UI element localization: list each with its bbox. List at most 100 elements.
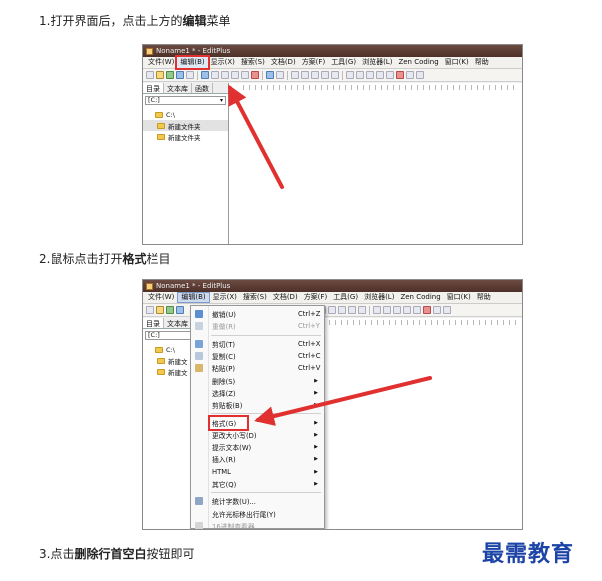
menu-file[interactable]: 文件(W) <box>145 292 177 303</box>
tree-item[interactable]: C:\ <box>143 109 228 120</box>
open-folder-icon[interactable] <box>156 306 164 314</box>
copy-icon[interactable] <box>231 71 239 79</box>
cut-icon[interactable] <box>221 71 229 79</box>
line-number-icon[interactable] <box>366 71 374 79</box>
menu-view[interactable]: 显示(X) <box>208 57 238 68</box>
open-folder-icon[interactable] <box>156 71 164 79</box>
tab-directory[interactable]: 目录 <box>143 318 164 328</box>
menu-item-other[interactable]: 其它(Q) ▶ <box>191 478 324 490</box>
find-icon[interactable] <box>291 71 299 79</box>
menu-browser[interactable]: 浏览器(L) <box>359 57 395 68</box>
new-file-icon[interactable] <box>146 71 154 79</box>
tab-functions[interactable]: 函数 <box>192 83 213 93</box>
redo-icon[interactable] <box>276 71 284 79</box>
menu-document[interactable]: 文档(D) <box>270 292 301 303</box>
tab-directory[interactable]: 目录 <box>143 83 164 93</box>
menu-item-cut[interactable]: 剪切(T) Ctrl+X <box>191 338 324 350</box>
font-icon[interactable] <box>373 306 381 314</box>
menu-help[interactable]: 帮助 <box>474 292 494 303</box>
menu-item-redo[interactable]: 重做(R) Ctrl+Y <box>191 320 324 332</box>
menu-item-hint-text[interactable]: 提示文本(W) ▶ <box>191 441 324 453</box>
menu-item-clipboard[interactable]: 剪贴板(B) ▶ <box>191 399 324 411</box>
window-tile-icon[interactable] <box>433 306 441 314</box>
window-tile-icon[interactable] <box>406 71 414 79</box>
replace-icon[interactable] <box>301 71 309 79</box>
submenu-arrow-icon: ▶ <box>314 431 318 438</box>
new-file-icon[interactable] <box>146 306 154 314</box>
menu-item-cursor-beyond-eol[interactable]: 允许光标移出行尾(Y) <box>191 507 324 519</box>
directory-tabs: 目录 文本库 函数 <box>143 83 228 94</box>
undo-icon[interactable] <box>266 71 274 79</box>
menu-project[interactable]: 方案(F) <box>301 292 331 303</box>
window-cascade-icon[interactable] <box>443 306 451 314</box>
menu-item-delete[interactable]: 删除(S) ▶ <box>191 374 324 386</box>
goto-icon[interactable] <box>348 306 356 314</box>
check-icon[interactable] <box>396 71 404 79</box>
ruler-icon[interactable] <box>403 306 411 314</box>
menu-window[interactable]: 窗口(K) <box>444 292 474 303</box>
menu-file[interactable]: 文件(W) <box>145 57 177 68</box>
save-icon[interactable] <box>166 306 174 314</box>
menu-zen-coding[interactable]: Zen Coding <box>395 57 441 68</box>
menu-item-copy[interactable]: 复制(C) Ctrl+C <box>191 350 324 362</box>
menu-edit[interactable]: 编辑(B) <box>175 55 210 70</box>
delete-icon[interactable] <box>251 71 259 79</box>
menu-item-undo[interactable]: 撤销(U) Ctrl+Z <box>191 308 324 320</box>
menu-browser[interactable]: 浏览器(L) <box>361 292 397 303</box>
word-wrap-icon[interactable] <box>383 306 391 314</box>
undo-icon[interactable] <box>176 306 184 314</box>
menu-item-word-count[interactable]: 统计字数(U)... <box>191 495 324 507</box>
menu-item-select[interactable]: 选择(Z) ▶ <box>191 387 324 399</box>
editor-area[interactable] <box>229 83 522 244</box>
menu-document[interactable]: 文档(D) <box>268 57 299 68</box>
find-in-files-icon[interactable] <box>311 71 319 79</box>
find-icon[interactable] <box>328 306 336 314</box>
column-select-icon[interactable] <box>413 306 421 314</box>
replace-icon[interactable] <box>338 306 346 314</box>
ruler <box>329 320 516 325</box>
editplus-app-icon <box>146 282 153 290</box>
folder-icon <box>157 122 165 129</box>
screenshot-1: Noname1 * - EditPlus 文件(W) 编辑(B) 显示(X) 搜… <box>142 44 523 245</box>
menu-project[interactable]: 方案(F) <box>299 57 329 68</box>
line-number-icon[interactable] <box>393 306 401 314</box>
spellcheck-icon[interactable] <box>201 71 209 79</box>
tree-item[interactable]: 新建文件夹 <box>143 131 228 142</box>
menu-edit[interactable]: 编辑(B) <box>177 292 210 303</box>
menu-help[interactable]: 帮助 <box>472 57 492 68</box>
menu-search[interactable]: 搜索(S) <box>240 292 270 303</box>
drive-select[interactable]: [C:] <box>145 96 226 105</box>
save-icon[interactable] <box>166 71 174 79</box>
menu-item-html[interactable]: HTML ▶ <box>191 466 324 478</box>
menu-tools[interactable]: 工具(G) <box>330 292 361 303</box>
match-brace-icon[interactable] <box>331 71 339 79</box>
menu-item-hex-viewer[interactable]: 16进制查看器 <box>191 520 324 529</box>
tab-cliptext[interactable]: 文本库 <box>164 83 192 93</box>
print-icon[interactable] <box>186 71 194 79</box>
column-select-icon[interactable] <box>386 71 394 79</box>
menu-item-paste[interactable]: 粘贴(P) Ctrl+V <box>191 362 324 374</box>
font-icon[interactable] <box>346 71 354 79</box>
tree-item[interactable]: 新建文件夹 <box>143 120 228 131</box>
tab-cliptext[interactable]: 文本库 <box>164 318 192 328</box>
menu-item-insert[interactable]: 插入(R) ▶ <box>191 453 324 465</box>
match-brace-icon[interactable] <box>358 306 366 314</box>
paste-icon[interactable] <box>241 71 249 79</box>
save-all-icon[interactable] <box>176 71 184 79</box>
watermark-logo: 最需教育 <box>482 541 575 567</box>
word-wrap-icon[interactable] <box>356 71 364 79</box>
menu-search[interactable]: 搜索(S) <box>238 57 268 68</box>
menu-item-change-case[interactable]: 更改大小写(D) ▶ <box>191 429 324 441</box>
menu-tools[interactable]: 工具(G) <box>328 57 359 68</box>
menu-view[interactable]: 显示(X) <box>210 292 240 303</box>
browser-icon[interactable] <box>211 71 219 79</box>
goto-icon[interactable] <box>321 71 329 79</box>
submenu-arrow-icon: ▶ <box>314 456 318 463</box>
submenu-arrow-icon: ▶ <box>314 389 318 396</box>
check-icon[interactable] <box>423 306 431 314</box>
menu-item-format[interactable]: 格式(G) ▶ <box>191 414 324 431</box>
menu-zen-coding[interactable]: Zen Coding <box>397 292 443 303</box>
menu-window[interactable]: 窗口(K) <box>442 57 472 68</box>
ruler-icon[interactable] <box>376 71 384 79</box>
window-cascade-icon[interactable] <box>416 71 424 79</box>
